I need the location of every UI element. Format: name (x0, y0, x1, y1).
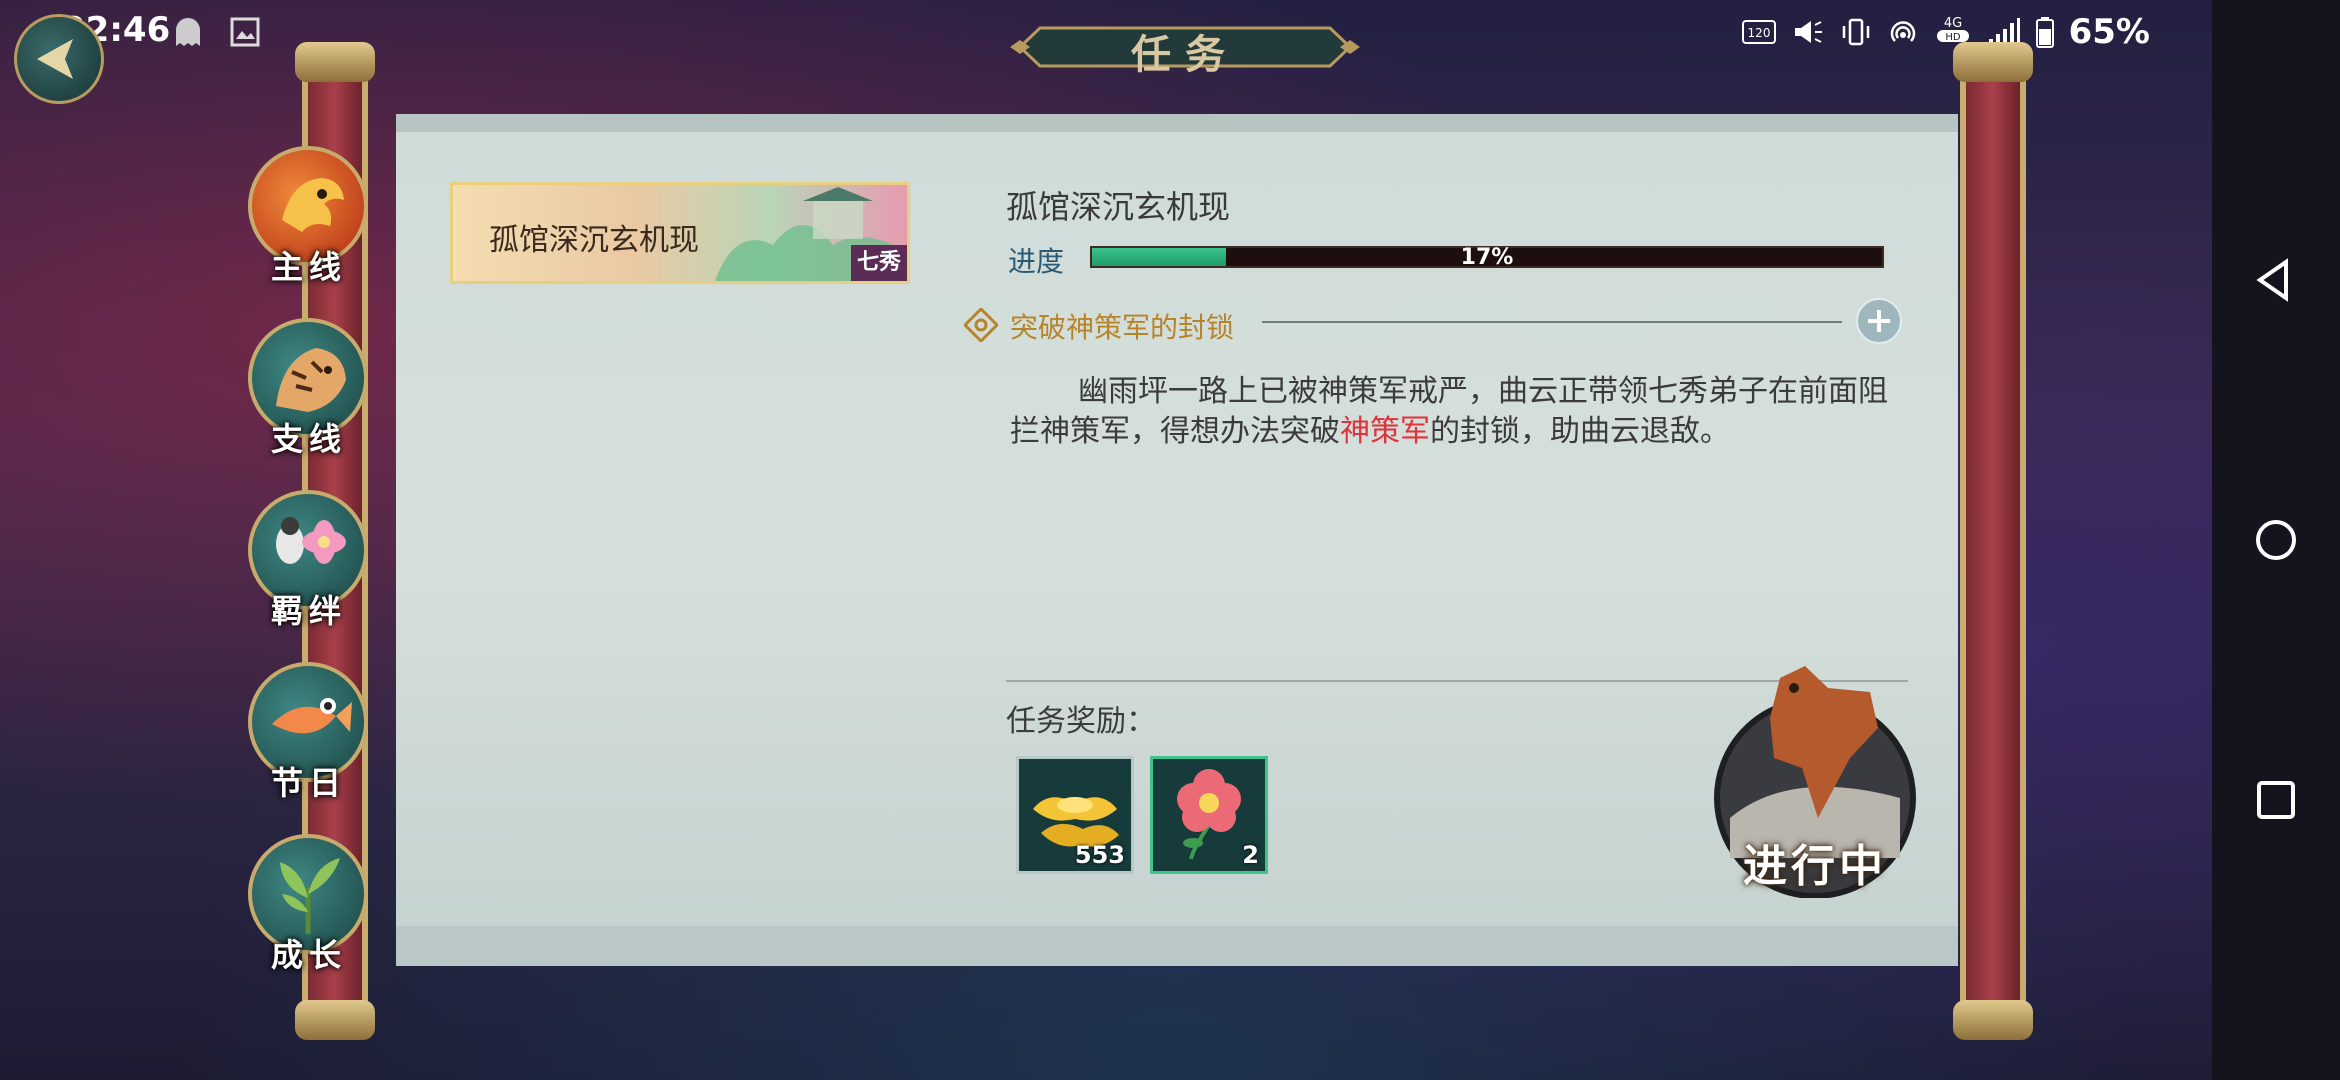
reward-label: 任务奖励： (1006, 704, 1156, 739)
hotspot-icon (1890, 21, 1915, 42)
back-button[interactable] (14, 14, 104, 104)
step-divider (1262, 321, 1842, 323)
title-banner: 任务 (1010, 14, 1360, 80)
svg-text:4G: 4G (1943, 16, 1961, 31)
reward-count: 553 (1074, 841, 1125, 869)
quest-description: 幽雨坪一路上已被神策军戒严，曲云正带领七秀弟子在前面阻拦神策军，得想办法突破神策… (1010, 372, 1910, 452)
svg-text:HD: HD (1945, 32, 1961, 43)
progress-percent: 17% (1460, 245, 1514, 270)
scroll-right-rod (1960, 60, 2026, 1020)
category-label: 支线 (270, 420, 347, 458)
quest-detail-title: 孤馆深沉玄机现 (1006, 188, 1231, 226)
image-icon (230, 16, 260, 56)
arrow-left-icon (37, 39, 73, 79)
status-label: 进行中 (1743, 841, 1887, 892)
hd120-icon: 120 (1741, 20, 1776, 44)
reward-count: 2 (1242, 841, 1259, 869)
category-tab-growth[interactable]: 成长 (244, 834, 374, 984)
category-label: 节日 (270, 764, 347, 802)
status-icons: 120 4G HD 65% (1741, 12, 2150, 52)
quest-step-title: 突破神策军的封锁 (1010, 311, 1235, 344)
reward-item-gold[interactable]: 553 (1016, 756, 1134, 874)
vibrate-icon (1842, 18, 1869, 46)
quest-sect-tag: 七秀 (851, 245, 907, 281)
speaker-icon (1794, 21, 1822, 43)
step-diamond-icon (964, 308, 998, 342)
reward-item-flower[interactable]: 2 (1150, 756, 1268, 874)
svg-text:120: 120 (1747, 26, 1770, 40)
battery-percent: 65% (2068, 12, 2150, 52)
page-title: 任务 (1131, 31, 1239, 78)
quest-list-item[interactable]: 孤馆深沉玄机现 七秀 (450, 182, 910, 284)
category-tab-festival[interactable]: 节日 (244, 662, 374, 812)
category-tab-main[interactable]: 主线 (244, 146, 374, 296)
description-highlight: 神策军 (1340, 414, 1430, 449)
rod-cap-bottom-right (1953, 1000, 2033, 1040)
progress-label: 进度 (1008, 245, 1065, 278)
nav-home-icon[interactable] (2246, 510, 2306, 570)
quest-status-badge[interactable]: 进行中 (1710, 648, 1920, 898)
battery-icon (2035, 17, 2054, 48)
category-tab-bond[interactable]: 羁绊 (244, 490, 374, 640)
rod-cap-top-right (1953, 42, 2033, 82)
description-text-end: 的封锁，助曲云退敌。 (1430, 414, 1730, 449)
quest-list-item-title: 孤馆深沉玄机现 (489, 223, 699, 258)
expand-step-button[interactable] (1856, 298, 1902, 344)
progress-bar: 17% (1090, 245, 1884, 270)
ghost-icon (170, 14, 206, 59)
nav-recents-icon[interactable] (2246, 770, 2306, 830)
rod-cap-top-left (295, 42, 375, 82)
nav-back-icon[interactable] (2246, 250, 2306, 310)
category-label: 成长 (270, 936, 347, 974)
category-label: 主线 (270, 248, 347, 286)
category-label: 羁绊 (270, 592, 347, 630)
navigation-bar (2212, 0, 2340, 1080)
plus-icon (1868, 310, 1890, 332)
category-tab-side[interactable]: 支线 (244, 318, 374, 468)
rod-cap-bottom-left (295, 1000, 375, 1040)
